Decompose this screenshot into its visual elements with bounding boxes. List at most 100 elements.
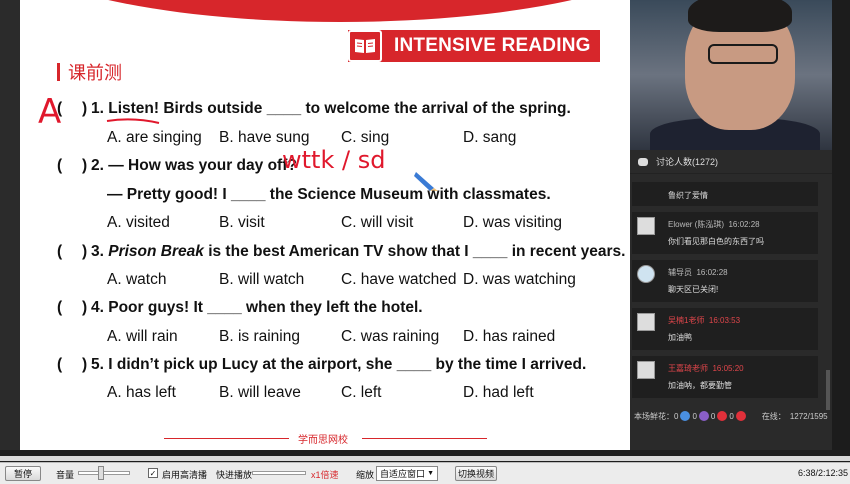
answer-paren-open: (	[57, 157, 63, 174]
teacher-video[interactable]	[630, 0, 832, 150]
forward-label: 快进播放	[216, 470, 253, 480]
chat-footer: 本场鲜花： 0 0 0 0 在线： 1272/1595	[630, 406, 832, 426]
question-text: 1. Listen! Birds outside ____ to welcome…	[91, 100, 571, 117]
show-title: Prison Break	[108, 243, 204, 260]
chat-time: 16:03:53	[708, 316, 741, 325]
volume-slider-handle[interactable]	[98, 466, 104, 480]
option-d: D. had left	[463, 384, 534, 401]
flower-count: 0	[729, 411, 734, 421]
chat-scrollbar[interactable]	[826, 370, 830, 410]
answer-paren-close: )	[82, 356, 88, 373]
chat-message-text: 聊天区已关闭!	[668, 285, 719, 294]
volume-slider[interactable]	[78, 471, 130, 475]
user-avatar	[637, 313, 655, 331]
chat-message: 吴楠1老师 16:03:53 加油鸭	[632, 308, 818, 350]
chat-time: 16:05:20	[712, 364, 744, 373]
chat-message: 王嘉琦老师 16:05:20 加油呐，都要勤管	[632, 356, 818, 398]
chat-user-name: 辅导员 16:02:28	[668, 267, 728, 278]
question-text: 2. — How was your day off?	[91, 157, 297, 174]
flower-icon[interactable]	[680, 411, 691, 421]
book-icon	[348, 30, 382, 62]
playback-progress-bar[interactable]	[0, 456, 850, 461]
chat-message-text: 鲁织了爱情	[668, 191, 708, 200]
option-b: B. will watch	[219, 271, 305, 288]
question-text: 5. I didn’t pick up Lucy at the airport,…	[91, 356, 587, 373]
option-d: D. was watching	[463, 271, 576, 288]
answer-paren-close: )	[82, 243, 88, 260]
chevron-down-icon: ▼	[427, 470, 434, 477]
footer-divider-left	[164, 438, 289, 439]
answer-paren-open: (	[57, 243, 63, 260]
chat-user-name: 王嘉琦老师 16:05:20	[668, 363, 744, 374]
chat-message-text: 加油呐，都要勤管	[668, 381, 732, 390]
question-number: 3.	[91, 243, 104, 260]
option-b: B. visit	[219, 214, 265, 231]
chat-user-name: Elower (陈泓琪) 16:02:28	[668, 219, 760, 230]
switch-video-button[interactable]: 切换视频	[455, 466, 497, 481]
option-c: C. sing	[341, 129, 390, 146]
chat-panel: 讨论人数(1272) 鲁织了爱情 Elower (陈泓琪) 16:02:28 你…	[630, 150, 832, 450]
answer-paren-open: (	[57, 299, 63, 316]
lesson-slide: INTENSIVE READING 课前测 ( ) A 1. Listen! B…	[20, 0, 630, 450]
question-text-reply: — Pretty good! I ____ the Science Museum…	[107, 186, 551, 203]
hd-checkbox[interactable]: ✓	[148, 468, 158, 478]
option-b: B. is raining	[219, 328, 300, 345]
zoom-select-value: 自适应窗口	[380, 469, 426, 479]
chat-message: 鲁织了爱情	[632, 182, 818, 206]
hd-label: 启用高清播	[162, 470, 208, 480]
answer-paren-open: (	[57, 356, 63, 373]
online-label: 在线：	[761, 411, 786, 421]
slide-left-margin	[0, 0, 20, 450]
banner-title: INTENSIVE READING	[394, 35, 591, 56]
flower-icon[interactable]	[735, 411, 746, 421]
flower-icon[interactable]	[698, 411, 709, 421]
flower-label: 本场鲜花：	[634, 411, 674, 421]
chat-user-name: 吴楠1老师 16:03:53	[668, 315, 740, 326]
option-a: A. are singing	[107, 129, 202, 146]
handwritten-underline	[106, 118, 160, 124]
flower-icon[interactable]	[717, 411, 728, 421]
handwritten-note: wttk / sd	[282, 146, 386, 174]
user-avatar	[637, 361, 655, 379]
teacher-glasses	[708, 44, 778, 64]
option-d: D. sang	[463, 129, 517, 146]
right-edge	[832, 0, 850, 484]
option-a: A. watch	[107, 271, 167, 288]
chat-message: Elower (陈泓琪) 16:02:28 你们看见那白色的东西了吗	[632, 212, 818, 254]
flower-count: 0	[710, 411, 716, 421]
section-title-bar	[57, 63, 60, 81]
chat-user-name-text: Elower (陈泓琪)	[668, 220, 725, 229]
handwritten-answer: A	[38, 92, 62, 132]
online-count: 1272/1595	[789, 411, 828, 421]
option-b: B. have sung	[219, 129, 310, 146]
section-title-text: 课前测	[68, 63, 122, 83]
chat-message-text: 加油鸭	[668, 333, 692, 342]
footer-divider-right	[362, 438, 487, 439]
chat-time: 16:02:28	[696, 268, 728, 277]
option-c: C. have watched	[341, 271, 457, 288]
option-a: A. will rain	[107, 328, 178, 345]
answer-paren-close: )	[82, 100, 88, 117]
chat-participant-count: 讨论人数(1272)	[656, 157, 719, 167]
teacher-hair	[688, 0, 792, 32]
answer-paren-close: )	[82, 299, 88, 316]
chat-message-text: 你们看见那白色的东西了吗	[668, 237, 764, 246]
chat-user-name-text: 辅导员	[668, 268, 692, 277]
chat-bubble-icon	[638, 157, 648, 166]
chat-user-name-text: 吴楠1老师	[668, 316, 705, 325]
zoom-select[interactable]: 自适应窗口 ▼	[376, 466, 438, 481]
pause-button[interactable]: 暂停	[5, 466, 41, 481]
chat-message: 辅导员 16:02:28 聊天区已关闭!	[632, 260, 818, 302]
option-a: A. visited	[107, 214, 170, 231]
option-d: D. was visiting	[463, 214, 563, 231]
option-b: B. will leave	[219, 384, 301, 401]
question-rest: is the best American TV show that I ____…	[208, 243, 626, 260]
speed-slider[interactable]	[252, 471, 306, 475]
footer-brand: 学而思网校	[298, 435, 348, 446]
chat-user-name-text: 王嘉琦老师	[668, 364, 708, 373]
option-d: D. has rained	[463, 328, 556, 345]
user-avatar	[637, 265, 655, 283]
volume-label: 音量	[56, 470, 75, 480]
option-c: C. was raining	[341, 328, 440, 345]
answer-paren-close: )	[82, 157, 88, 174]
